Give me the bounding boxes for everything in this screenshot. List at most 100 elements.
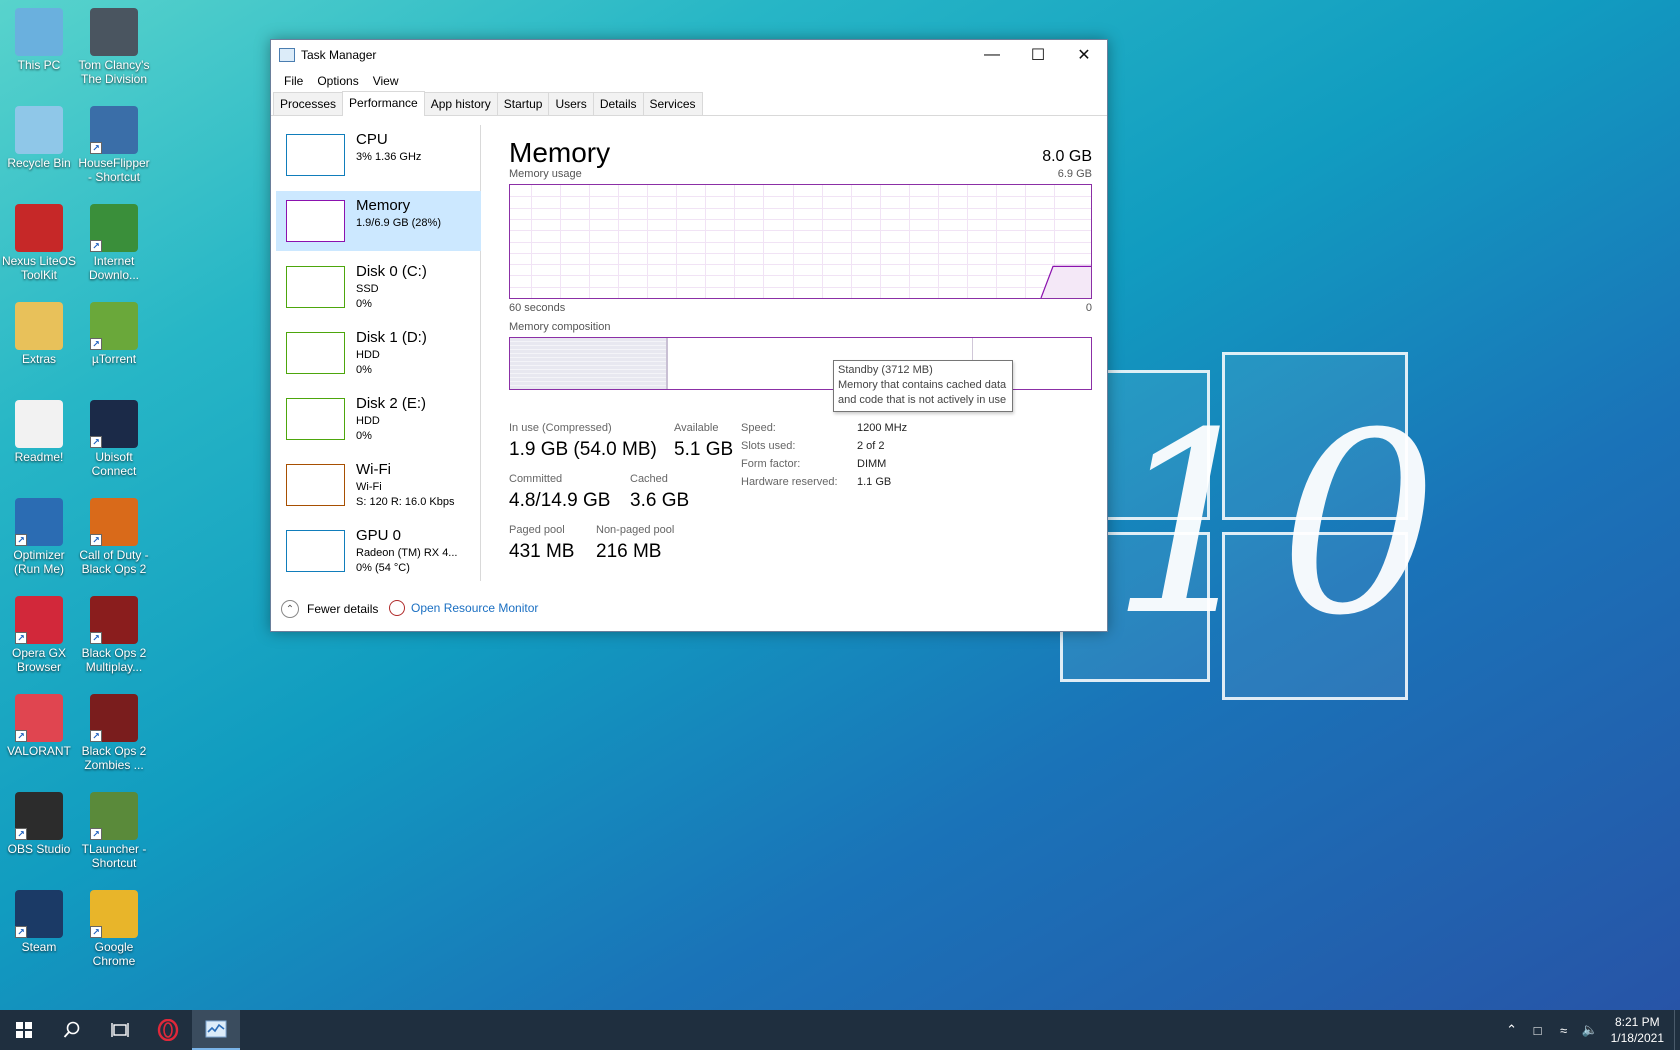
obs-icon: ↗: [15, 792, 63, 840]
desktop-icon-label: Tom Clancy's The Division: [78, 58, 150, 86]
desktop-icon[interactable]: Readme!: [0, 392, 78, 464]
sidebar-item-name: Disk 2 (E:): [356, 395, 427, 412]
desktop-icon-label: Google Chrome: [92, 940, 136, 968]
search-button[interactable]: [48, 1010, 96, 1050]
sidebar-item-name: Memory: [356, 197, 411, 214]
desktop-icon[interactable]: Nexus LiteOS ToolKit: [0, 196, 78, 282]
memory-title: Memory: [509, 137, 611, 168]
sidebar-item-detail: HDD: [356, 349, 380, 361]
volume-icon[interactable]: 🔈: [1579, 1022, 1601, 1038]
sidebar-item-disk-1-d[interactable]: Disk 1 (D:) HDD 0%: [276, 323, 481, 383]
desktop-icon-label: µTorrent: [91, 352, 137, 366]
shortcut-arrow-icon: ↗: [90, 730, 102, 742]
optimizer-icon: ↗: [15, 498, 63, 546]
sidebar-item-detail: Wi-Fi: [356, 481, 382, 493]
task-view-button[interactable]: [96, 1010, 144, 1050]
tab-services[interactable]: Services: [642, 92, 703, 115]
desktop-icon-label: OBS Studio: [7, 842, 71, 856]
sidebar-thumbnail-graph: [286, 200, 345, 242]
resource-monitor-icon: [389, 600, 405, 616]
sidebar-item-disk-0-c[interactable]: Disk 0 (C:) SSD 0%: [276, 257, 481, 317]
slots-label: Slots used:: [741, 440, 796, 452]
maximize-button[interactable]: ☐: [1015, 40, 1061, 70]
memory-usage-svg: [510, 185, 1091, 298]
tab-processes[interactable]: Processes: [273, 92, 344, 115]
sidebar-item-disk-2-e[interactable]: Disk 2 (E:) HDD 0%: [276, 389, 481, 449]
desktop-icon[interactable]: ↗ VALORANT: [0, 686, 78, 758]
desktop-icon[interactable]: Recycle Bin: [0, 98, 78, 170]
desktop-icon[interactable]: ↗ OBS Studio: [0, 784, 78, 856]
shortcut-arrow-icon: ↗: [15, 828, 27, 840]
desktop-icon[interactable]: ↗ Call of Duty - Black Ops 2: [75, 490, 153, 576]
memory-usage-area: [1041, 266, 1091, 298]
sidebar-item-detail: 1.9/6.9 GB (28%): [356, 217, 441, 229]
sidebar-item-wi-fi[interactable]: Wi-Fi Wi-Fi S: 120 R: 16.0 Kbps: [276, 455, 481, 515]
tab-app-history[interactable]: App history: [423, 92, 498, 115]
sidebar-thumbnail-graph: [286, 464, 345, 506]
shortcut-arrow-icon: ↗: [15, 730, 27, 742]
menu-file[interactable]: File: [277, 74, 310, 88]
hardware-reserved-label: Hardware reserved:: [741, 476, 838, 488]
tab-bar: Processes Performance App history Startu…: [271, 91, 1107, 116]
tab-startup[interactable]: Startup: [496, 92, 550, 115]
sidebar-item-name: Disk 1 (D:): [356, 329, 427, 346]
desktop-icon[interactable]: Tom Clancy's The Division: [75, 0, 153, 86]
desktop-icon-label: Recycle Bin: [7, 156, 71, 170]
sidebar-thumbnail-graph: [286, 134, 345, 176]
desktop-icon[interactable]: ↗ Internet Downlo...: [75, 196, 153, 282]
desktop-icon[interactable]: ↗ Opera GX Browser: [0, 588, 78, 674]
tooltip-line2: and code that is not actively in use: [838, 394, 1007, 406]
taskbar-task-manager[interactable]: [192, 1010, 240, 1050]
menu-view[interactable]: View: [366, 74, 406, 88]
network-icon[interactable]: ≈: [1553, 1023, 1575, 1038]
tab-performance[interactable]: Performance: [342, 91, 425, 116]
sidebar-item-gpu-0[interactable]: GPU 0 Radeon (TM) RX 4... 0% (54 °C): [276, 521, 481, 581]
show-desktop-button[interactable]: [1674, 1010, 1680, 1050]
open-resource-monitor-label: Open Resource Monitor: [411, 601, 539, 615]
desktop-icon[interactable]: ↗ Google Chrome: [75, 882, 153, 968]
title-bar[interactable]: Task Manager — ☐ ✕: [271, 40, 1107, 70]
desktop-icon-label: Optimizer (Run Me): [13, 548, 65, 576]
sidebar-item-detail: SSD: [356, 283, 379, 295]
tab-details[interactable]: Details: [592, 92, 644, 115]
this-pc-icon: [15, 8, 63, 56]
desktop-icon-label: This PC: [17, 58, 61, 72]
fewer-details-button[interactable]: ⌃ Fewer details: [281, 600, 378, 618]
desktop-icon[interactable]: ↗ Black Ops 2 Multiplay...: [75, 588, 153, 674]
committed-label: Committed: [509, 473, 563, 485]
chevron-up-icon[interactable]: ⌃: [1501, 1022, 1523, 1038]
available-label: Available: [674, 422, 719, 434]
in-use-value: 1.9 GB (54.0 MB): [509, 439, 657, 460]
desktop-icon[interactable]: This PC: [0, 0, 78, 72]
notification-square-icon[interactable]: □: [1527, 1023, 1549, 1038]
desktop-icon[interactable]: ↗ Steam: [0, 882, 78, 954]
desktop-icon[interactable]: ↗ Ubisoft Connect: [75, 392, 153, 478]
desktop-icon[interactable]: ↗ Black Ops 2 Zombies ...: [75, 686, 153, 772]
close-button[interactable]: ✕: [1061, 40, 1107, 70]
sidebar-item-memory[interactable]: Memory 1.9/6.9 GB (28%): [276, 191, 481, 251]
open-resource-monitor-link[interactable]: Open Resource Monitor: [389, 600, 538, 616]
bo2-icon: ↗: [90, 498, 138, 546]
menu-options[interactable]: Options: [310, 74, 365, 88]
desktop-icon[interactable]: ↗ µTorrent: [75, 294, 153, 366]
tooltip-title: Standby (3712 MB): [838, 364, 933, 376]
desktop-icon[interactable]: ↗ TLauncher - Shortcut: [75, 784, 153, 870]
composition-in-use[interactable]: [510, 338, 668, 389]
performance-body: CPU 3% 1.36 GHz Memory 1.9/6.9 GB (28%) Disk…: [271, 117, 1107, 587]
utorrent-icon: ↗: [90, 302, 138, 350]
minimize-button[interactable]: —: [969, 40, 1015, 70]
taskbar-opera-gx[interactable]: [144, 1010, 192, 1050]
performance-sidebar: CPU 3% 1.36 GHz Memory 1.9/6.9 GB (28%) Disk…: [276, 125, 481, 581]
start-button[interactable]: [0, 1010, 48, 1050]
desktop-icon-label: Black Ops 2 Zombies ...: [81, 744, 147, 772]
shortcut-arrow-icon: ↗: [90, 436, 102, 448]
tab-users[interactable]: Users: [548, 92, 594, 115]
desktop-icon-label: Call of Duty - Black Ops 2: [79, 548, 149, 576]
shortcut-arrow-icon: ↗: [90, 632, 102, 644]
desktop-icon[interactable]: ↗ Optimizer (Run Me): [0, 490, 78, 576]
clock[interactable]: 8:21 PM 1/18/2021: [1611, 1014, 1664, 1046]
desktop-icon[interactable]: ↗ HouseFlipper - Shortcut: [75, 98, 153, 184]
sidebar-item-cpu[interactable]: CPU 3% 1.36 GHz: [276, 125, 481, 185]
desktop-icon[interactable]: Extras: [0, 294, 78, 366]
clock-date: 1/18/2021: [1610, 1031, 1664, 1045]
